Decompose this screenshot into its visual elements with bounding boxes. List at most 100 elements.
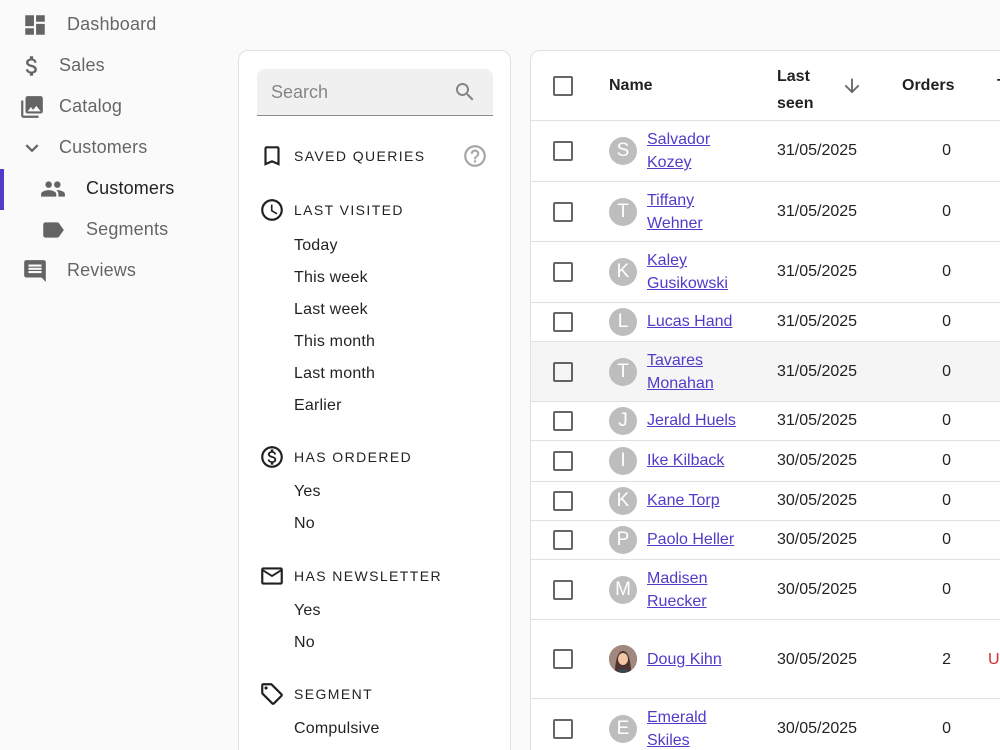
- saved-queries-header: SAVED QUERIES: [259, 143, 499, 169]
- avatar: T: [609, 198, 637, 226]
- sidebar-item-label: Catalog: [59, 96, 123, 116]
- orders-cell: 2: [942, 651, 951, 668]
- clock-icon: [259, 197, 285, 223]
- table-row[interactable]: E Emerald Skiles 30/05/2025 0: [531, 699, 1000, 750]
- customer-name-link[interactable]: Doug Kihn: [647, 648, 767, 671]
- sidebar-item-label: Dashboard: [67, 14, 157, 34]
- orders-cell: 0: [942, 313, 951, 330]
- table-header: Name Last seen Orders T: [531, 51, 1000, 121]
- customer-name-link[interactable]: Kaley Gusikowski: [647, 249, 747, 295]
- row-checkbox[interactable]: [553, 141, 573, 161]
- last-seen-cell: 31/05/2025: [777, 263, 858, 280]
- row-checkbox[interactable]: [553, 649, 573, 669]
- customer-name-link[interactable]: Madisen Ruecker: [647, 567, 747, 613]
- search-input[interactable]: [271, 69, 451, 115]
- orders-cell: 0: [942, 203, 951, 220]
- filter-sidebar: SAVED QUERIES LAST VISITED Today This we…: [238, 50, 511, 750]
- tag-icon: [259, 681, 285, 707]
- customer-name-link[interactable]: Salvador Kozey: [647, 128, 747, 174]
- avatar: E: [609, 715, 637, 743]
- sidebar-item-dashboard[interactable]: Dashboard: [0, 4, 230, 45]
- row-checkbox[interactable]: [553, 491, 573, 511]
- table-row[interactable]: T Tavares Monahan 31/05/2025 0: [531, 342, 1000, 402]
- table-row[interactable]: I Ike Kilback 30/05/2025 0: [531, 441, 1000, 482]
- sidebar-item-catalog[interactable]: Catalog: [0, 86, 230, 127]
- sidebar-item-segments[interactable]: Segments: [0, 209, 230, 250]
- orders-cell: 0: [942, 581, 951, 598]
- arrow-down-icon[interactable]: [841, 75, 863, 97]
- sidebar-item-label: Customers: [59, 137, 148, 157]
- filter-option-this-week[interactable]: This week: [294, 269, 368, 287]
- row-checkbox[interactable]: [553, 719, 573, 739]
- table-row[interactable]: S Salvador Kozey 31/05/2025 0: [531, 121, 1000, 182]
- section-title: SEGMENT: [294, 686, 374, 702]
- filter-option-last-week[interactable]: Last week: [294, 301, 368, 319]
- avatar: L: [609, 308, 637, 336]
- filter-option-newsletter-no[interactable]: No: [294, 634, 315, 652]
- customer-name-link[interactable]: Lucas Hand: [647, 310, 767, 333]
- customer-name-link[interactable]: Jerald Huels: [647, 409, 767, 432]
- customer-name-link[interactable]: Emerald Skiles: [647, 706, 747, 750]
- filter-option-today[interactable]: Today: [294, 237, 338, 255]
- row-checkbox[interactable]: [553, 312, 573, 332]
- filter-option-ordered-yes[interactable]: Yes: [294, 483, 321, 501]
- search-icon[interactable]: [453, 80, 477, 104]
- filter-option-last-month[interactable]: Last month: [294, 365, 375, 383]
- sidebar-item-sales[interactable]: Sales: [0, 45, 230, 86]
- column-header-orders[interactable]: Orders: [902, 77, 954, 95]
- table-row[interactable]: K Kaley Gusikowski 31/05/2025 0: [531, 242, 1000, 303]
- label-icon: [40, 217, 66, 243]
- sidebar-group-customers[interactable]: Customers: [0, 127, 230, 168]
- select-all-checkbox[interactable]: [553, 76, 573, 96]
- row-checkbox[interactable]: [553, 262, 573, 282]
- filter-option-compulsive[interactable]: Compulsive: [294, 720, 380, 738]
- table-row[interactable]: L Lucas Hand 31/05/2025 0: [531, 303, 1000, 342]
- customer-name-link[interactable]: Tavares Monahan: [647, 349, 747, 395]
- people-icon: [40, 176, 66, 202]
- row-checkbox[interactable]: [553, 411, 573, 431]
- customer-name-link[interactable]: Kane Torp: [647, 489, 767, 512]
- filter-option-earlier[interactable]: Earlier: [294, 397, 342, 415]
- table-row[interactable]: T Tiffany Wehner 31/05/2025 0: [531, 182, 1000, 242]
- last-seen-cell: 30/05/2025: [777, 581, 858, 598]
- last-seen-cell: 31/05/2025: [777, 412, 858, 429]
- row-checkbox[interactable]: [553, 530, 573, 550]
- search-field[interactable]: [257, 69, 493, 116]
- last-seen-cell: 31/05/2025: [777, 142, 858, 159]
- help-icon[interactable]: [462, 143, 488, 169]
- row-checkbox[interactable]: [553, 202, 573, 222]
- customer-name-link[interactable]: Tiffany Wehner: [647, 189, 747, 235]
- orders-cell: 0: [942, 263, 951, 280]
- customer-name-link[interactable]: Paolo Heller: [647, 528, 767, 551]
- row-checkbox[interactable]: [553, 451, 573, 471]
- table-row[interactable]: M Madisen Ruecker 30/05/2025 0: [531, 560, 1000, 620]
- filter-option-newsletter-yes[interactable]: Yes: [294, 602, 321, 620]
- row-checkbox[interactable]: [553, 580, 573, 600]
- avatar: J: [609, 407, 637, 435]
- table-row[interactable]: K Kane Torp 30/05/2025 0: [531, 482, 1000, 521]
- row-checkbox[interactable]: [553, 362, 573, 382]
- avatar: I: [609, 447, 637, 475]
- avatar: M: [609, 576, 637, 604]
- total-spent-cell: US: [988, 651, 1000, 668]
- table-row[interactable]: P Paolo Heller 30/05/2025 0: [531, 521, 1000, 560]
- last-seen-cell: 30/05/2025: [777, 492, 858, 509]
- monetization-icon: [259, 444, 285, 470]
- orders-cell: 0: [942, 492, 951, 509]
- customer-name-link[interactable]: Ike Kilback: [647, 449, 767, 472]
- dashboard-icon: [22, 12, 48, 38]
- table-row[interactable]: J Jerald Huels 31/05/2025 0: [531, 402, 1000, 441]
- table-row[interactable]: Doug Kihn 30/05/2025 2 US: [531, 620, 1000, 699]
- column-header-last-seen[interactable]: Last seen: [777, 63, 823, 117]
- last-seen-cell: 30/05/2025: [777, 452, 858, 469]
- sidebar-item-reviews[interactable]: Reviews: [0, 250, 230, 291]
- sidebar-item-customers[interactable]: Customers: [0, 168, 230, 209]
- section-title: HAS ORDERED: [294, 449, 413, 465]
- avatar: P: [609, 526, 637, 554]
- section-title: SAVED QUERIES: [294, 148, 426, 164]
- section-title: HAS NEWSLETTER: [294, 568, 442, 584]
- filter-option-ordered-no[interactable]: No: [294, 515, 315, 533]
- has-newsletter-header: HAS NEWSLETTER: [259, 563, 499, 589]
- column-header-name[interactable]: Name: [609, 77, 653, 95]
- filter-option-this-month[interactable]: This month: [294, 333, 375, 351]
